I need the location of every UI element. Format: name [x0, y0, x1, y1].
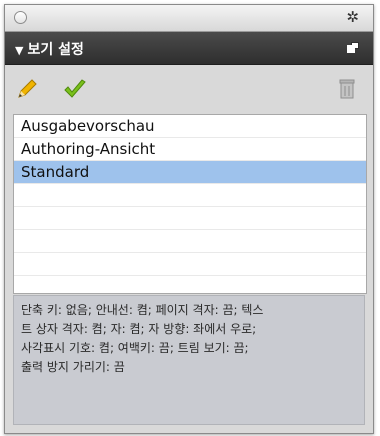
palette-toolbar: [5, 65, 373, 113]
panel-menu-icon[interactable]: [347, 42, 359, 53]
apply-button[interactable]: [61, 75, 89, 103]
description-line: 트 상자 격자: 켬; 자: 켬; 자 방향: 좌에서 우로;: [21, 322, 257, 336]
list-item-selected[interactable]: Standard: [14, 161, 366, 184]
empty-row: [14, 184, 366, 207]
checkmark-icon: [64, 79, 86, 98]
view-list[interactable]: Ausgabevorschau Authoring-Ansicht Standa…: [13, 114, 367, 294]
empty-row: [14, 207, 366, 230]
view-description: 단축 키: 없음; 안내선: 켬; 페이지 격자: 끔; 텍스 트 상자 격자:…: [13, 295, 365, 425]
list-item[interactable]: Ausgabevorschau: [14, 115, 366, 138]
description-line: 출력 방지 가리기: 끔: [21, 360, 125, 374]
empty-row: [14, 230, 366, 253]
description-line: 단축 키: 없음; 안내선: 켬; 페이지 격자: 끔; 텍스: [21, 303, 264, 317]
disclosure-triangle-icon[interactable]: ▼: [15, 44, 23, 57]
trash-icon: [339, 79, 355, 99]
empty-row: [14, 253, 366, 276]
palette-header: ▼ 보기 설정: [5, 32, 373, 65]
view-settings-palette: ✲ ▼ 보기 설정 Ausgabevorschau Authoring-Ansi…: [4, 4, 374, 434]
delete-button[interactable]: [333, 75, 361, 103]
empty-row: [14, 276, 366, 293]
close-icon[interactable]: [14, 11, 27, 24]
palette-title-text: 보기 설정: [27, 42, 84, 58]
palette-titlebar[interactable]: ✲: [5, 5, 373, 32]
list-item[interactable]: Authoring-Ansicht: [14, 138, 366, 161]
description-line: 사각표시 기호: 켬; 여백키: 끔; 트림 보기: 끔;: [21, 341, 249, 355]
palette-title[interactable]: ▼ 보기 설정: [15, 39, 84, 59]
edit-button[interactable]: [13, 75, 41, 103]
pencil-icon: [18, 79, 37, 98]
gear-icon[interactable]: ✲: [346, 8, 359, 26]
